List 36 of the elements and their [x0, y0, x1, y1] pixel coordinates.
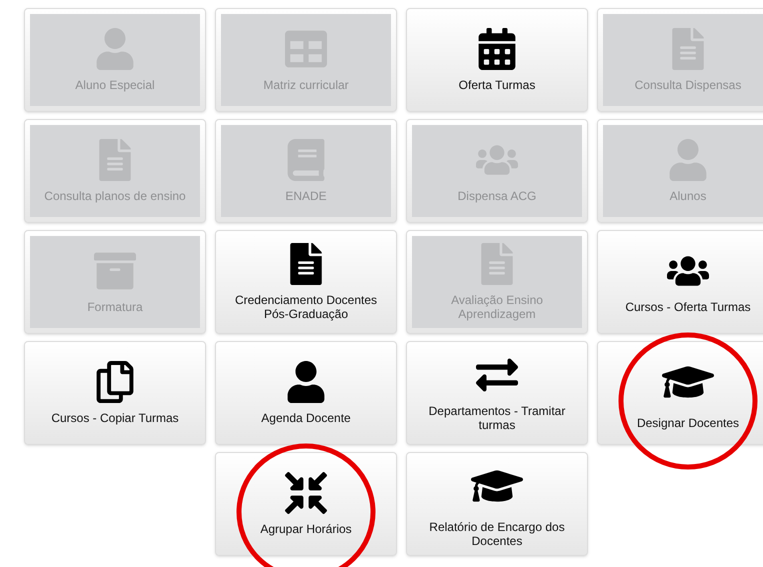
tile-label: Avaliação Ensino Aprendizagem — [450, 293, 544, 321]
archive-box-icon — [94, 250, 136, 292]
tile-label: Cursos - Oferta Turmas — [624, 300, 752, 314]
tile-label: Oferta Turmas — [458, 78, 536, 92]
book-icon — [285, 139, 327, 181]
compress-arrows-icon — [285, 472, 327, 514]
menu-tile[interactable]: Agrupar Horários — [215, 452, 397, 556]
tile-label: Credenciamento Docentes Pós-Graduação — [234, 293, 378, 321]
tile-label: Consulta planos de ensino — [43, 189, 187, 203]
menu-tile[interactable]: Agenda Docente — [215, 341, 397, 445]
copy-icon — [94, 361, 136, 403]
menu-tile[interactable]: Relatório de Encargo dos Docentes — [406, 452, 588, 556]
menu-tile[interactable]: Designar Docentes — [597, 341, 763, 445]
tile-label: Consulta Dispensas — [634, 78, 742, 92]
calendar-icon — [476, 28, 518, 70]
tile-label: Cursos - Copiar Turmas — [50, 411, 180, 425]
tile-label: Formatura — [86, 300, 144, 314]
menu-tile[interactable]: Credenciamento Docentes Pós-Graduação — [215, 230, 397, 334]
tile-label: Agrupar Horários — [259, 522, 353, 536]
user-icon — [667, 139, 709, 181]
user-icon — [285, 361, 327, 403]
tile-label: Matriz curricular — [262, 78, 350, 92]
menu-tile[interactable]: Oferta Turmas — [406, 8, 588, 112]
tile-label: Agenda Docente — [260, 411, 352, 425]
tile-label: Designar Docentes — [636, 416, 740, 430]
menu-tile[interactable]: Cursos - Copiar Turmas — [24, 341, 206, 445]
tile-label: Departamentos - Tramitar turmas — [428, 404, 566, 432]
tile-label: Aluno Especial — [74, 78, 156, 92]
tile-label: Dispensa ACG — [456, 189, 538, 203]
menu-tile[interactable]: Departamentos - Tramitar turmas — [406, 341, 588, 445]
tile-label: Relatório de Encargo dos Docentes — [428, 520, 566, 548]
tile-label: ENADE — [284, 189, 328, 203]
table-icon — [285, 28, 327, 70]
tile-label: Alunos — [668, 189, 708, 203]
menu-tile[interactable]: Cursos - Oferta Turmas — [597, 230, 763, 334]
user-icon — [94, 28, 136, 70]
